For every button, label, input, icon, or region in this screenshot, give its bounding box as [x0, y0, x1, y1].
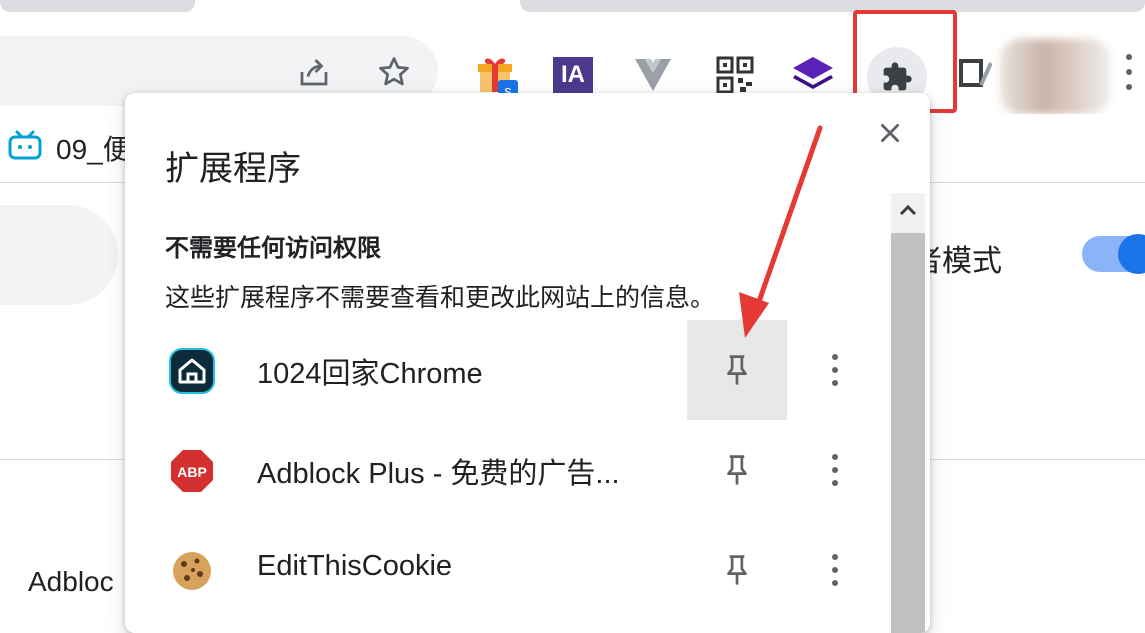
more-options-icon[interactable] — [815, 550, 855, 590]
extensions-popup: 扩展程序 不需要任何访问权限 这些扩展程序不需要查看和更改此网站上的信息。 10… — [125, 93, 930, 633]
page-extension-name: Adbloc — [28, 566, 114, 597]
section-description: 这些扩展程序不需要查看和更改此网站上的信息。 — [165, 284, 716, 312]
home-icon — [167, 346, 217, 396]
extension-row[interactable]: ABP Adblock Plus - 免费的广告... — [125, 420, 885, 520]
more-options-icon[interactable] — [815, 450, 855, 490]
avatar[interactable] — [1000, 39, 1110, 114]
chrome-menu-icon[interactable] — [1118, 50, 1140, 94]
star-icon[interactable] — [374, 52, 414, 92]
bilibili-tv-icon — [8, 130, 42, 167]
cookie-icon — [167, 546, 217, 596]
gift-extension-icon[interactable]: s — [474, 52, 520, 100]
section-title: 不需要任何访问权限 — [165, 235, 381, 262]
bookmark-item[interactable]: 09_便 — [8, 128, 131, 168]
qr-code-extension-icon[interactable] — [712, 52, 758, 98]
tab-search-icon[interactable] — [958, 58, 993, 88]
abp-icon: ABP — [167, 446, 217, 496]
close-icon[interactable] — [870, 113, 910, 153]
vue-extension-icon[interactable] — [630, 52, 676, 98]
share-icon[interactable] — [294, 52, 334, 92]
pin-icon[interactable] — [687, 520, 787, 620]
extension-name: Adblock Plus - 免费的广告... — [257, 458, 620, 490]
extension-row[interactable]: 1024回家Chrome — [125, 320, 885, 420]
ia-extension-icon[interactable]: IA — [550, 52, 596, 98]
extension-row[interactable]: EditThisCookie — [125, 520, 885, 620]
extension-name: EditThisCookie — [257, 550, 453, 582]
scrollbar-thumb[interactable] — [891, 233, 925, 633]
extension-name: 1024回家Chrome — [257, 358, 483, 390]
ia-label: IA — [553, 57, 593, 93]
layers-extension-icon[interactable] — [790, 52, 836, 98]
pin-icon[interactable] — [687, 320, 787, 420]
page-search-field[interactable] — [0, 205, 118, 305]
popup-title: 扩展程序 — [165, 150, 301, 188]
tab-edge-left — [0, 0, 195, 12]
more-options-icon[interactable] — [815, 350, 855, 390]
abp-icon-text: ABP — [177, 464, 207, 480]
tab-strip — [0, 0, 1145, 14]
scroll-up-icon[interactable] — [891, 193, 925, 227]
tab-edge-right — [520, 0, 1145, 12]
bookmark-label: 09_便 — [56, 134, 131, 165]
pin-icon[interactable] — [687, 420, 787, 520]
